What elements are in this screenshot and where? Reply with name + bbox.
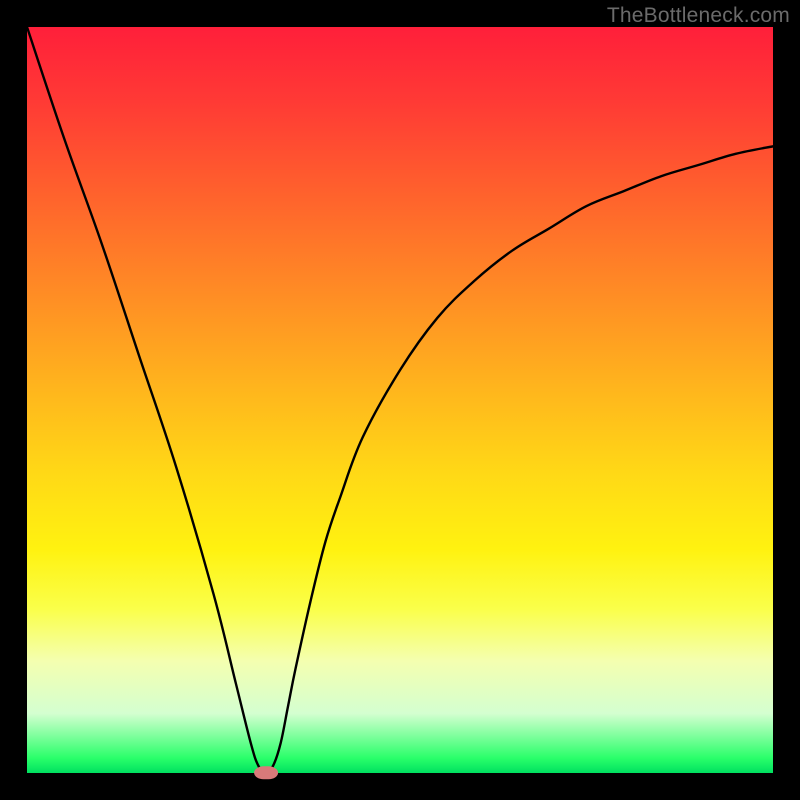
curve-svg xyxy=(27,27,773,773)
watermark-text: TheBottleneck.com xyxy=(607,4,790,28)
optimal-point-marker xyxy=(254,766,278,779)
bottleneck-curve xyxy=(27,27,773,773)
plot-area xyxy=(27,27,773,773)
chart-container: TheBottleneck.com xyxy=(0,0,800,800)
